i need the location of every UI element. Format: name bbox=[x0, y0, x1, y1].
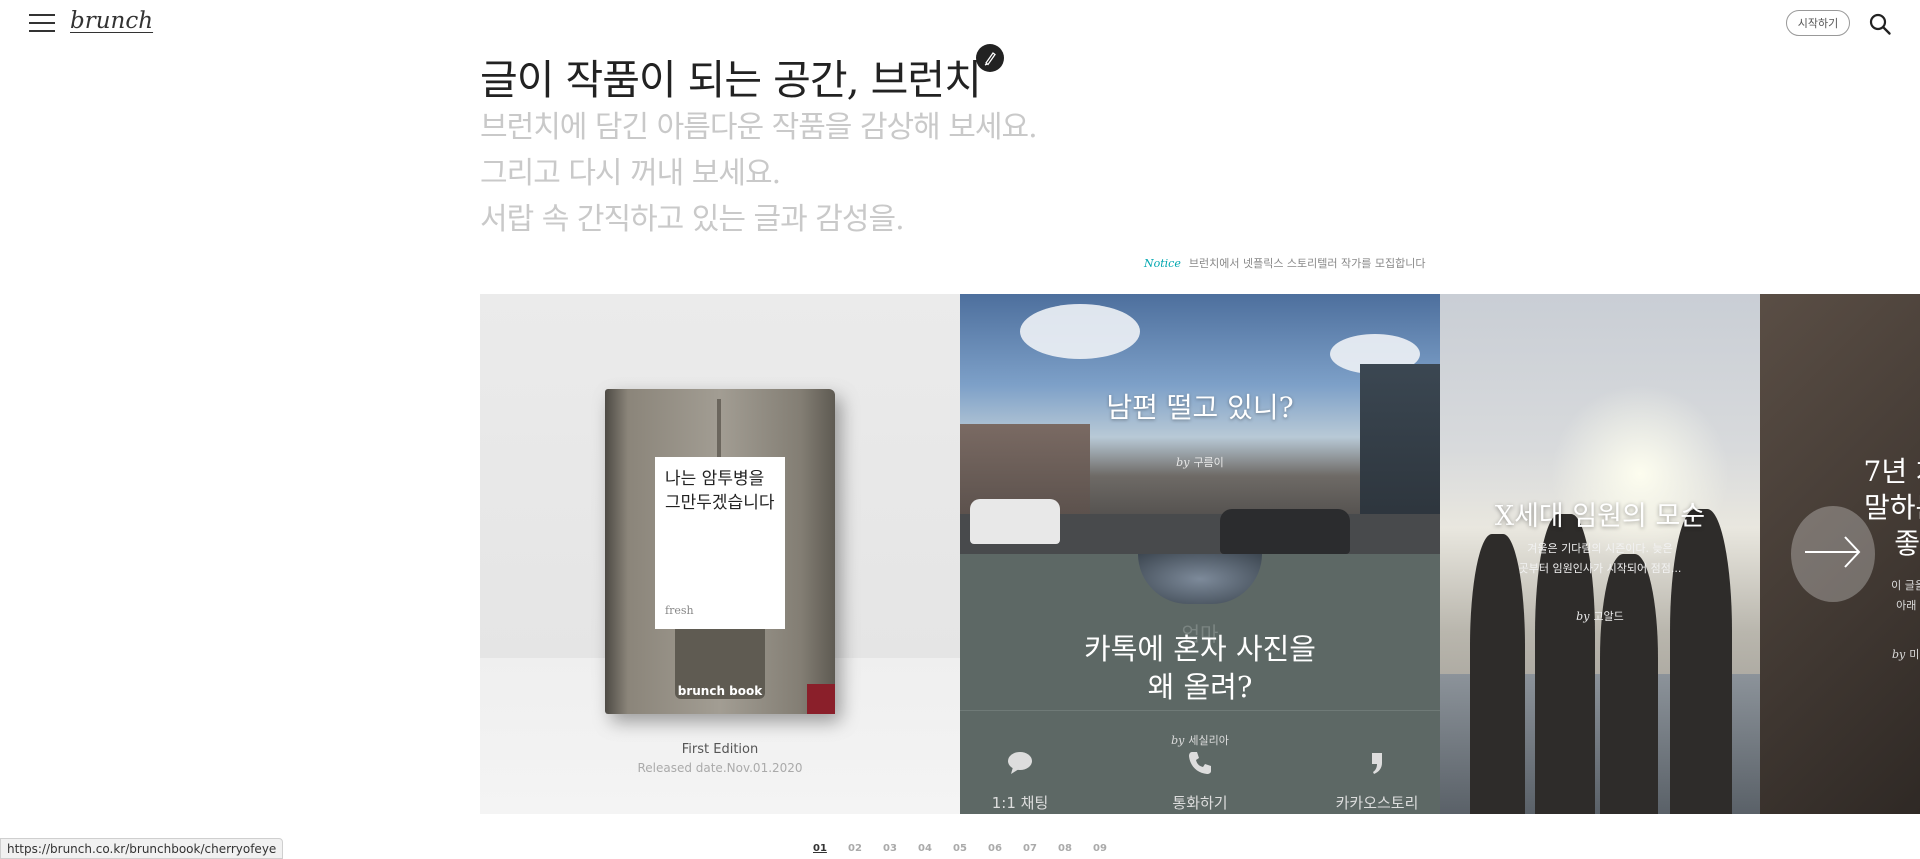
article-title[interactable]: 남편 떨고 있니? bbox=[960, 386, 1440, 426]
intro-line-1: 브런치에 담긴 아름다운 작품을 감상해 보세요. bbox=[480, 110, 1038, 145]
page-link[interactable]: 08 bbox=[1058, 843, 1093, 854]
book-label: fresh bbox=[665, 604, 694, 617]
article-title-line: 7년 차 유 bbox=[1863, 455, 1920, 488]
call-label: 통화하기 bbox=[1172, 794, 1228, 812]
article-title[interactable]: X세대 임원의 모순 bbox=[1440, 494, 1760, 533]
article-excerpt: 겨울은 기다림의 시즌이다. 늦은 곳부터 임원인사가 시작되어 점점... bbox=[1480, 539, 1720, 579]
photo-car bbox=[970, 499, 1060, 544]
author-name: 고알드 bbox=[1593, 610, 1624, 623]
book-edition: First Edition bbox=[681, 742, 759, 757]
intro-line-2: 그리고 다시 꺼내 보세요. bbox=[480, 156, 781, 191]
page-link[interactable]: 05 bbox=[953, 843, 988, 854]
page-link[interactable]: 07 bbox=[1023, 843, 1058, 854]
author-name: 미 bbox=[1909, 648, 1920, 661]
brunchbook-slide[interactable]: 나는 암투병을 그만두겠습니다 fresh brunch book First … bbox=[480, 294, 960, 814]
page-link[interactable]: 01 bbox=[813, 843, 848, 854]
page-link[interactable]: 03 bbox=[883, 843, 918, 854]
article-title[interactable]: 카톡에 혼자 사진을 왜 올려? bbox=[960, 630, 1440, 706]
article-slide[interactable]: X세대 임원의 모순 겨울은 기다림의 시즌이다. 늦은 곳부터 임원인사가 시… bbox=[1440, 294, 1760, 814]
brunch-logo[interactable]: brunch bbox=[70, 8, 153, 34]
arrow-right-icon bbox=[1803, 532, 1863, 576]
photo-silhouette bbox=[1600, 554, 1658, 814]
book-title-card: 나는 암투병을 그만두겠습니다 fresh bbox=[655, 457, 785, 629]
article-author: by 미 bbox=[1892, 646, 1919, 662]
book-title: 나는 암투병을 그만두겠습니다 bbox=[665, 469, 775, 513]
excerpt-line: 겨울은 기다림의 시즌이다. 늦은 bbox=[1527, 542, 1673, 555]
phone-icon bbox=[1140, 748, 1260, 782]
notice-text[interactable]: 브런치에서 넷플릭스 스토리텔러 작가를 모집합니다 bbox=[1189, 257, 1426, 270]
author-name: 세실리아 bbox=[1188, 734, 1229, 747]
article-slide-stack: 남편 떨고 있니? by 구름이 엄마 카톡에 혼자 사진을 왜 올려? by 세실… bbox=[960, 294, 1440, 814]
by-label: by bbox=[1892, 648, 1906, 661]
next-slide-button[interactable] bbox=[1791, 506, 1875, 602]
pen-icon bbox=[976, 44, 1004, 72]
article-author: by 고알드 bbox=[1440, 608, 1760, 624]
notice-bar[interactable]: Notice 브런치에서 넷플릭스 스토리텔러 작가를 모집합니다 bbox=[1144, 255, 1425, 271]
chat-label: 1:1 채팅 bbox=[991, 794, 1049, 812]
page-link[interactable]: 09 bbox=[1093, 843, 1128, 854]
page-link[interactable]: 02 bbox=[848, 843, 883, 854]
kakaostory-action[interactable]: 카카오스토리 bbox=[1317, 748, 1437, 813]
intro-line-3: 서랍 속 간직하고 있는 글과 감성을. bbox=[480, 202, 905, 237]
book-brand: brunch book bbox=[677, 684, 763, 698]
slider-pagination: 01 02 03 04 05 06 07 08 09 bbox=[813, 843, 1128, 854]
chat-action[interactable]: 1:1 채팅 bbox=[960, 748, 1080, 813]
book-cover[interactable]: 나는 암투병을 그만두겠습니다 fresh brunch book bbox=[605, 389, 835, 714]
article-title-line: 왜 올려? bbox=[1147, 670, 1253, 704]
kakaostory-label: 카카오스토리 bbox=[1335, 794, 1419, 812]
book-released-date: Released date.Nov.01.2020 bbox=[637, 761, 803, 775]
article-author: by 구름이 bbox=[960, 454, 1440, 470]
page-headline: 글이 작품이 되는 공간, 브런치 bbox=[480, 56, 982, 104]
notice-tag: Notice bbox=[1144, 257, 1181, 270]
call-action[interactable]: 통화하기 bbox=[1140, 748, 1260, 813]
photo-car bbox=[1220, 509, 1350, 554]
page-link[interactable]: 04 bbox=[918, 843, 953, 854]
by-label: by bbox=[1171, 734, 1185, 747]
kakaostory-icon bbox=[1317, 748, 1437, 782]
start-button[interactable]: 시작하기 bbox=[1786, 10, 1850, 36]
chat-bubble-icon bbox=[960, 748, 1080, 782]
menu-icon[interactable] bbox=[29, 12, 55, 34]
photo-cloud bbox=[1020, 304, 1140, 359]
search-icon[interactable] bbox=[1868, 12, 1892, 36]
divider bbox=[960, 710, 1440, 711]
page-link[interactable]: 06 bbox=[988, 843, 1023, 854]
article-title-line: 카톡에 혼자 사진을 bbox=[1084, 632, 1316, 666]
excerpt-line: 곳부터 임원인사가 시작되어 점점... bbox=[1518, 562, 1682, 575]
by-label: by bbox=[1176, 456, 1190, 469]
author-name: 구름이 bbox=[1193, 456, 1224, 469]
article-author: by 세실리아 bbox=[960, 732, 1440, 748]
article-thumbnail bbox=[1138, 554, 1262, 604]
by-label: by bbox=[1576, 610, 1590, 623]
featured-slider: 나는 암투병을 그만두겠습니다 fresh brunch book First … bbox=[480, 294, 1920, 814]
status-url-tooltip: https://brunch.co.kr/brunchbook/cherryof… bbox=[0, 838, 284, 859]
